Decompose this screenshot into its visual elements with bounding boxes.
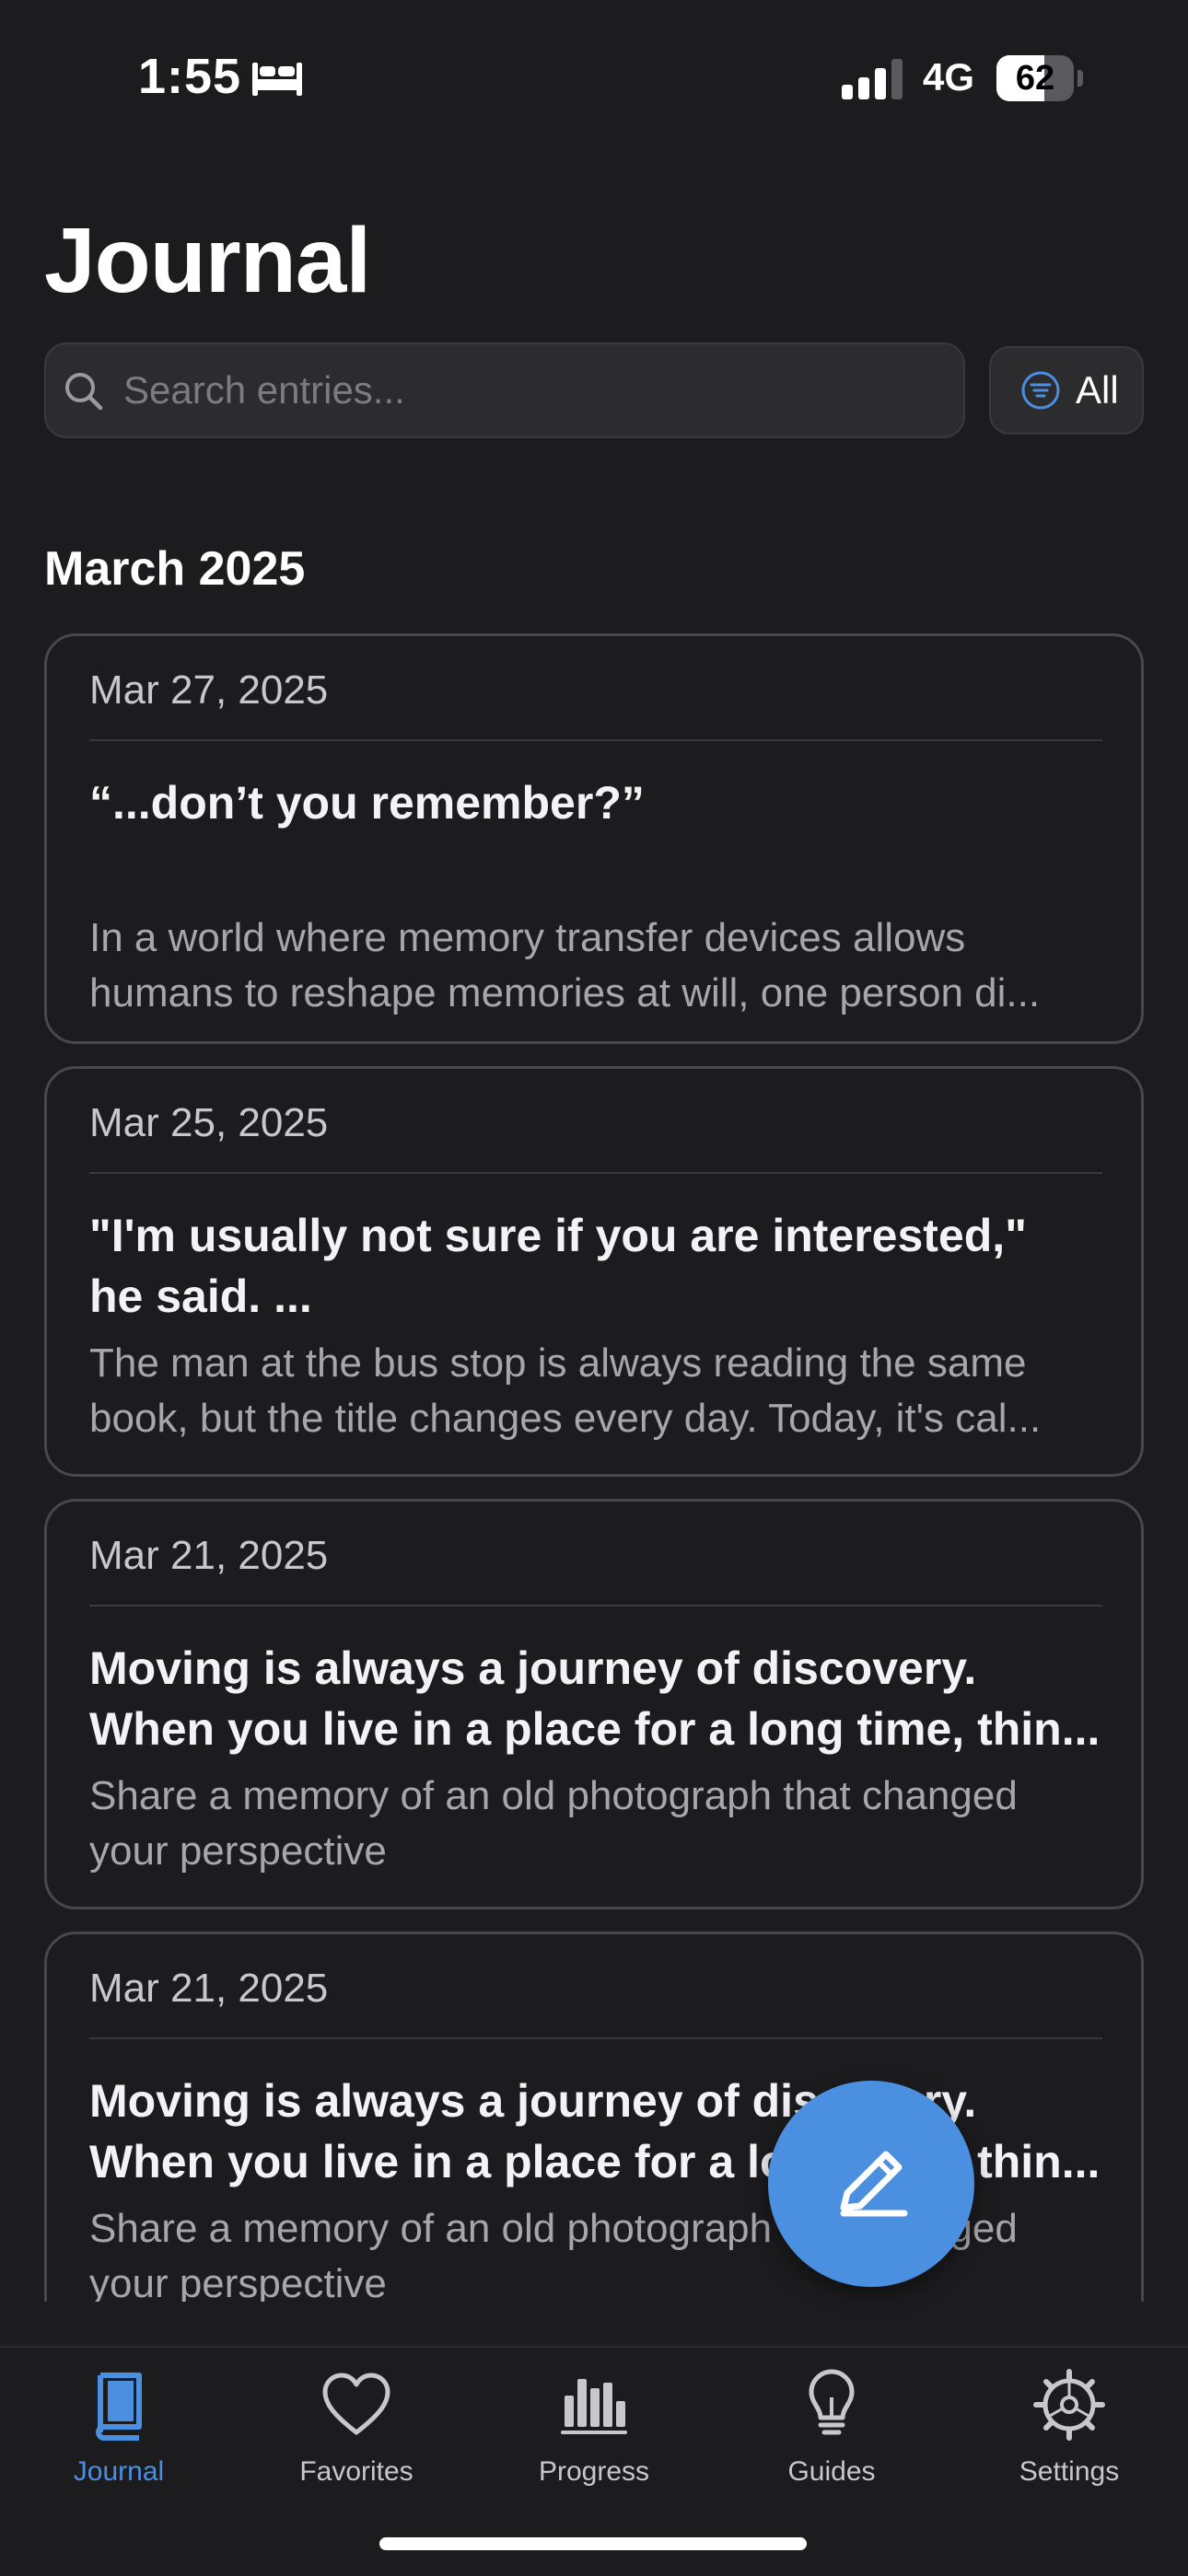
cellular-signal-icon <box>842 59 903 99</box>
status-time: 1:55 <box>138 49 242 104</box>
entry-divider <box>89 2037 1102 2039</box>
book-icon <box>96 2373 142 2441</box>
tab-label: Guides <box>787 2456 876 2487</box>
tab-journal[interactable]: Journal <box>0 2361 238 2526</box>
entry-date: Mar 21, 2025 <box>89 1533 329 1578</box>
new-entry-button[interactable] <box>768 2081 974 2287</box>
status-bar: 1:55 4G 62 <box>0 0 1188 157</box>
entry-date: Mar 21, 2025 <box>89 1966 329 2011</box>
lightbulb-icon <box>809 2369 855 2435</box>
entry-title: Moving is always a journey of discovery.… <box>89 1642 1101 1755</box>
filter-label: All <box>1076 368 1119 412</box>
entry-card[interactable]: Mar 21, 2025 Moving is always a journey … <box>44 1932 1144 2302</box>
entry-card[interactable]: Mar 27, 2025 “...don’t you remember?” In… <box>44 633 1144 1044</box>
filter-icon <box>1021 371 1060 410</box>
entry-divider <box>89 1172 1102 1174</box>
page-title: Journal <box>44 209 371 312</box>
entry-card[interactable]: Mar 25, 2025 "I'm usually not sure if yo… <box>44 1066 1144 1477</box>
entry-date: Mar 27, 2025 <box>89 667 329 713</box>
entry-title: “...don’t you remember?” <box>89 777 645 829</box>
entry-card[interactable]: Mar 21, 2025 Moving is always a journey … <box>44 1499 1144 1909</box>
bed-icon <box>252 63 302 96</box>
tab-label: Progress <box>538 2456 650 2487</box>
battery-level: 62 <box>1015 59 1055 98</box>
heart-icon <box>322 2373 390 2435</box>
tab-settings[interactable]: Settings <box>950 2361 1188 2526</box>
tab-label: Favorites <box>299 2456 413 2487</box>
tab-progress[interactable]: Progress <box>475 2361 713 2526</box>
search-bar[interactable] <box>44 342 965 438</box>
search-input[interactable] <box>123 344 934 436</box>
home-indicator[interactable] <box>379 2537 807 2550</box>
entry-divider <box>89 739 1102 741</box>
pencil-icon <box>840 2151 908 2217</box>
entry-preview: In a world where memory transfer devices… <box>89 915 1041 1015</box>
tab-label: Settings <box>1019 2456 1120 2487</box>
entry-preview: Share a memory of an old photograph that… <box>89 1773 1018 1874</box>
tab-guides[interactable]: Guides <box>713 2361 950 2526</box>
section-month-title: March 2025 <box>44 542 306 596</box>
battery-indicator: 62 <box>996 55 1083 101</box>
entry-date: Mar 25, 2025 <box>89 1100 329 1145</box>
tab-favorites[interactable]: Favorites <box>238 2361 475 2526</box>
entry-title: "I'm usually not sure if you are interes… <box>89 1210 1027 1322</box>
search-icon <box>65 373 103 411</box>
battery-tip <box>1077 70 1083 87</box>
filter-button[interactable]: All <box>989 346 1144 435</box>
entries-list[interactable]: Mar 27, 2025 “...don’t you remember?” In… <box>0 626 1188 2302</box>
entry-divider <box>89 1605 1102 1607</box>
network-type: 4G <box>923 55 975 99</box>
gear-icon <box>1033 2369 1105 2441</box>
entry-preview: The man at the bus stop is always readin… <box>89 1340 1042 1441</box>
tab-label: Journal <box>73 2456 165 2487</box>
bar-chart-icon <box>561 2379 627 2434</box>
